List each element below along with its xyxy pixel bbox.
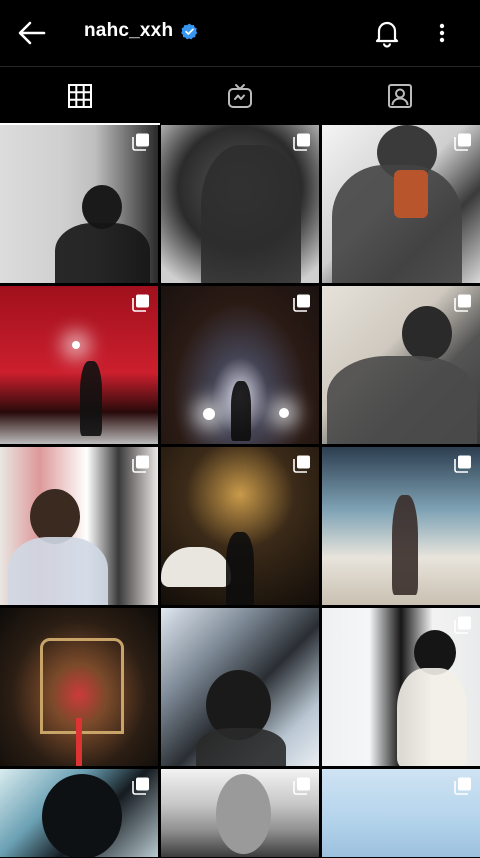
multiple-photos-icon [454,777,471,795]
photo-subject [55,223,150,283]
multiple-photos-icon [293,455,310,473]
notifications-button[interactable] [372,18,402,48]
tv-icon [228,84,252,108]
tab-igtv[interactable] [160,67,320,125]
multiple-photos-icon [454,616,471,634]
back-button[interactable] [16,18,48,48]
photo-subject [327,356,477,444]
post-thumbnail[interactable] [322,769,480,857]
photo-subject [8,537,108,605]
multiple-photos-icon [132,777,149,795]
stage-light [72,341,80,349]
post-thumbnail[interactable] [322,447,480,605]
post-thumbnail[interactable] [0,769,158,857]
photo-subject [226,532,254,605]
post-thumbnail[interactable] [0,608,158,766]
post-thumbnail[interactable] [0,447,158,605]
post-thumbnail[interactable] [322,125,480,283]
photo-subject [80,361,102,436]
photo-subject [201,145,301,283]
photo-subject [397,668,467,766]
post-thumbnail[interactable] [322,608,480,766]
photo-subject [392,495,418,595]
photo-subject [402,306,452,361]
profile-tabs [0,66,480,125]
post-thumbnail[interactable] [161,447,319,605]
photo-subject [196,728,286,766]
multiple-photos-icon [293,133,310,151]
multiple-photos-icon [454,133,471,151]
more-options-button[interactable] [430,18,454,48]
profile-title: nahc_xxh [84,20,198,42]
multiple-photos-icon [293,294,310,312]
multiple-photos-icon [132,455,149,473]
multiple-photos-icon [132,133,149,151]
post-thumbnail[interactable] [161,286,319,444]
tab-tagged[interactable] [320,67,480,125]
username-label: nahc_xxh [84,20,174,41]
more-vertical-icon [439,23,445,43]
post-thumbnail[interactable] [0,125,158,283]
post-thumbnail[interactable] [161,125,319,283]
multiple-photos-icon [454,294,471,312]
photo-subject [30,489,80,544]
tab-posts-grid[interactable] [0,67,160,125]
posts-grid [0,125,480,857]
photo-subject [231,381,251,441]
red-carpet [76,718,82,766]
bell-icon [375,21,399,48]
car-light [203,408,215,420]
top-app-bar: nahc_xxh [0,0,480,66]
post-thumbnail[interactable] [161,608,319,766]
tagged-person-icon [388,84,412,108]
post-thumbnail[interactable] [161,769,319,857]
multiple-photos-icon [293,777,310,795]
car-light [279,408,289,418]
post-thumbnail[interactable] [0,286,158,444]
multiple-photos-icon [454,455,471,473]
multiple-photos-icon [132,294,149,312]
photo-subject [216,774,271,854]
post-thumbnail[interactable] [322,286,480,444]
phone-prop [394,170,428,218]
arrow-left-icon [18,21,46,45]
verified-badge-icon [181,23,198,39]
photo-subject [42,774,122,857]
doorway [40,638,124,734]
grid-icon [68,84,92,108]
